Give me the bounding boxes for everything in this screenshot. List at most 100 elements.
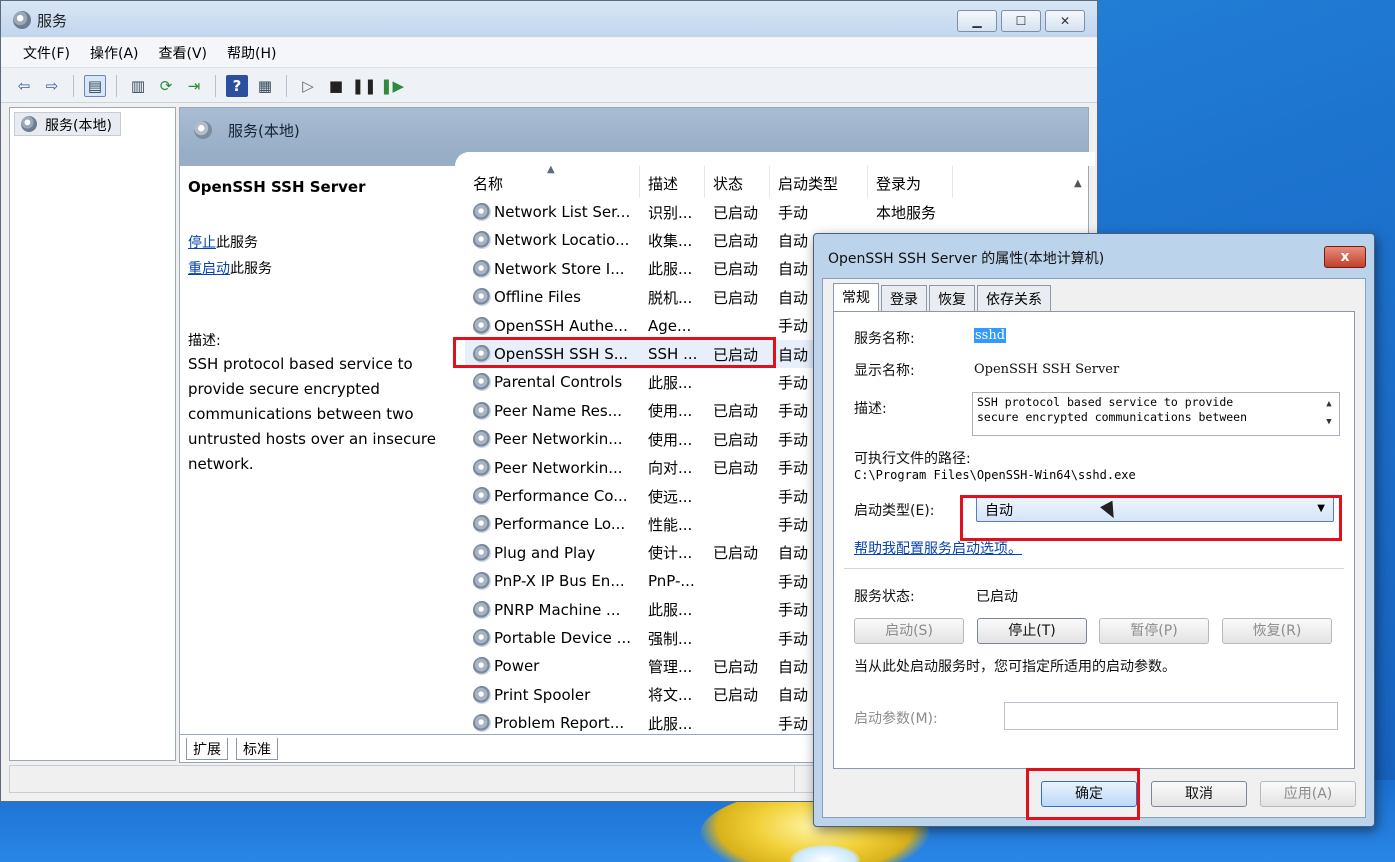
menu-bar: 文件(F) 操作(A) 查看(V) 帮助(H): [1, 38, 1097, 68]
details-header: 服务(本地): [180, 108, 1088, 152]
forward-arrow-icon[interactable]: ⇨: [41, 75, 63, 97]
service-gear-icon: [473, 629, 491, 647]
column-header-description[interactable]: 描述: [640, 166, 705, 198]
service-gear-icon: [473, 515, 491, 534]
stop-button[interactable]: 停止(T): [977, 618, 1087, 644]
tab-standard[interactable]: 标准: [236, 738, 278, 760]
service-logon: 本地服务: [876, 203, 937, 222]
toolbar-separator: [215, 74, 216, 97]
pause-button[interactable]: 暂停(P): [1099, 618, 1209, 644]
header-curve: [180, 152, 1095, 166]
service-gear-icon: [473, 373, 491, 392]
restart-service-icon[interactable]: ❚▶: [380, 75, 404, 97]
refresh-icon[interactable]: ⟳: [155, 75, 177, 97]
service-startup-type: 手动: [778, 203, 809, 222]
scroll-up-arrow-icon[interactable]: ▲: [1068, 166, 1088, 189]
dialog-close-button[interactable]: x: [1324, 246, 1366, 268]
service-description: 此服...: [648, 714, 693, 732]
menu-action[interactable]: 操作(A): [80, 38, 149, 67]
toolbar-separator: [286, 74, 287, 97]
service-gear-icon: [473, 288, 491, 307]
service-description: 强制...: [648, 629, 693, 648]
startup-help-link[interactable]: 帮助我配置服务启动选项。: [854, 538, 1022, 558]
service-gear-icon: [473, 657, 491, 676]
list-header: ▲ 名称 描述 状态 启动类型 登录为: [465, 166, 1090, 198]
description-scrollbar[interactable]: ▲ ▼: [1321, 395, 1337, 431]
toolbar: ⇦ ⇨ ▤ ▥ ⟳ ⇥ ? ▦ ▷ ■ ❚❚ ❚▶: [1, 69, 1097, 103]
pause-service-icon[interactable]: ❚❚: [351, 75, 376, 97]
display-name-value[interactable]: OpenSSH SSH Server: [974, 362, 1119, 377]
maximize-button[interactable]: ☐: [1001, 10, 1041, 32]
service-name: Network List Ser...: [465, 203, 640, 221]
description-textbox[interactable]: SSH protocol based service to provide se…: [972, 392, 1340, 436]
back-arrow-icon[interactable]: ⇦: [13, 75, 35, 97]
service-description: 管理...: [648, 657, 693, 676]
highlight-startup-type: [960, 495, 1342, 541]
properties-icon[interactable]: ▥: [127, 75, 149, 97]
start-button[interactable]: 启动(S): [854, 618, 964, 644]
service-name: Print Spooler: [465, 685, 640, 704]
service-name: OpenSSH Authe...: [465, 316, 640, 335]
service-name: Peer Name Res...: [465, 401, 640, 420]
service-gear-icon: [473, 685, 491, 704]
start-service-icon[interactable]: ▷: [297, 75, 319, 97]
tab-general[interactable]: 常规: [833, 283, 879, 311]
service-gear-icon: [473, 487, 491, 505]
menu-view[interactable]: 查看(V): [149, 38, 218, 67]
table-row[interactable]: Network List Ser... 识别... 已启动 手动 本地服务: [465, 198, 1090, 226]
service-gear-icon: [473, 458, 491, 477]
column-header-startup-type[interactable]: 启动类型: [770, 166, 868, 198]
column-header-status[interactable]: 状态: [705, 166, 770, 198]
service-gear-icon: [473, 231, 491, 250]
tab-dependencies[interactable]: 依存关系: [977, 285, 1051, 311]
service-status: 已启动: [713, 231, 759, 250]
service-description: 使远...: [648, 487, 693, 506]
resume-button[interactable]: 恢复(R): [1222, 618, 1332, 644]
tree-item-services-local[interactable]: 服务(本地): [14, 112, 121, 136]
column-header-log-on-as[interactable]: 登录为: [868, 166, 953, 198]
tab-extended[interactable]: 扩展: [186, 738, 228, 760]
close-button[interactable]: ✕: [1045, 10, 1085, 32]
service-description: 性能...: [648, 515, 693, 534]
service-description: 脱机...: [648, 288, 693, 307]
service-description: 此服...: [648, 373, 693, 392]
export-list-icon[interactable]: ⇥: [183, 75, 205, 97]
start-params-hint: 当从此处启动服务时，您可指定所适用的启动参数。: [854, 659, 1176, 675]
tab-recovery[interactable]: 恢复: [929, 285, 975, 311]
service-status: 已启动: [713, 402, 759, 421]
service-name: PnP-X IP Bus En...: [465, 572, 640, 591]
details-header-title: 服务(本地): [228, 122, 300, 140]
show-hide-pane-icon[interactable]: ▦: [254, 75, 276, 97]
stop-service-link[interactable]: 停止: [188, 235, 216, 251]
minimize-button[interactable]: ▁: [957, 10, 997, 32]
service-name: Peer Networkin...: [465, 430, 640, 449]
startup-type-label: 启动类型(E):: [854, 503, 935, 519]
console-tree-icon[interactable]: ▤: [84, 74, 106, 97]
service-status: 已启动: [713, 260, 759, 279]
selected-service-name: OpenSSH SSH Server: [188, 178, 366, 196]
service-description: 此服...: [648, 260, 693, 279]
title-bar[interactable]: 服务 ▁ ☐ ✕: [1, 1, 1097, 37]
service-gear-icon: [473, 203, 491, 221]
service-name-value[interactable]: sshd: [974, 328, 1007, 343]
apply-button[interactable]: 应用(A): [1260, 781, 1356, 807]
stop-service-icon[interactable]: ■: [325, 75, 347, 97]
toolbar-separator: [116, 74, 117, 97]
restart-service-link[interactable]: 重启动: [188, 261, 230, 277]
status-divider: [794, 766, 795, 792]
menu-help[interactable]: 帮助(H): [217, 38, 286, 67]
exe-path-value: C:\Program Files\OpenSSH-Win64\sshd.exe: [854, 468, 1136, 482]
help-icon[interactable]: ?: [226, 74, 248, 97]
dialog-title: OpenSSH SSH Server 的属性(本地计算机): [828, 251, 1105, 267]
exe-path-label: 可执行文件的路径:: [854, 451, 971, 467]
stop-service-action: 停止此服务: [188, 235, 258, 251]
tab-logon[interactable]: 登录: [881, 285, 927, 311]
sort-ascending-icon: ▲: [547, 166, 555, 175]
service-status: 已启动: [713, 544, 759, 563]
cancel-button[interactable]: 取消: [1151, 781, 1247, 807]
menu-file[interactable]: 文件(F): [13, 38, 80, 67]
service-name-label: 服务名称:: [854, 331, 915, 347]
column-header-name[interactable]: ▲ 名称: [465, 166, 640, 198]
description-label: 描述:: [188, 333, 221, 349]
start-params-input[interactable]: [1004, 702, 1338, 730]
